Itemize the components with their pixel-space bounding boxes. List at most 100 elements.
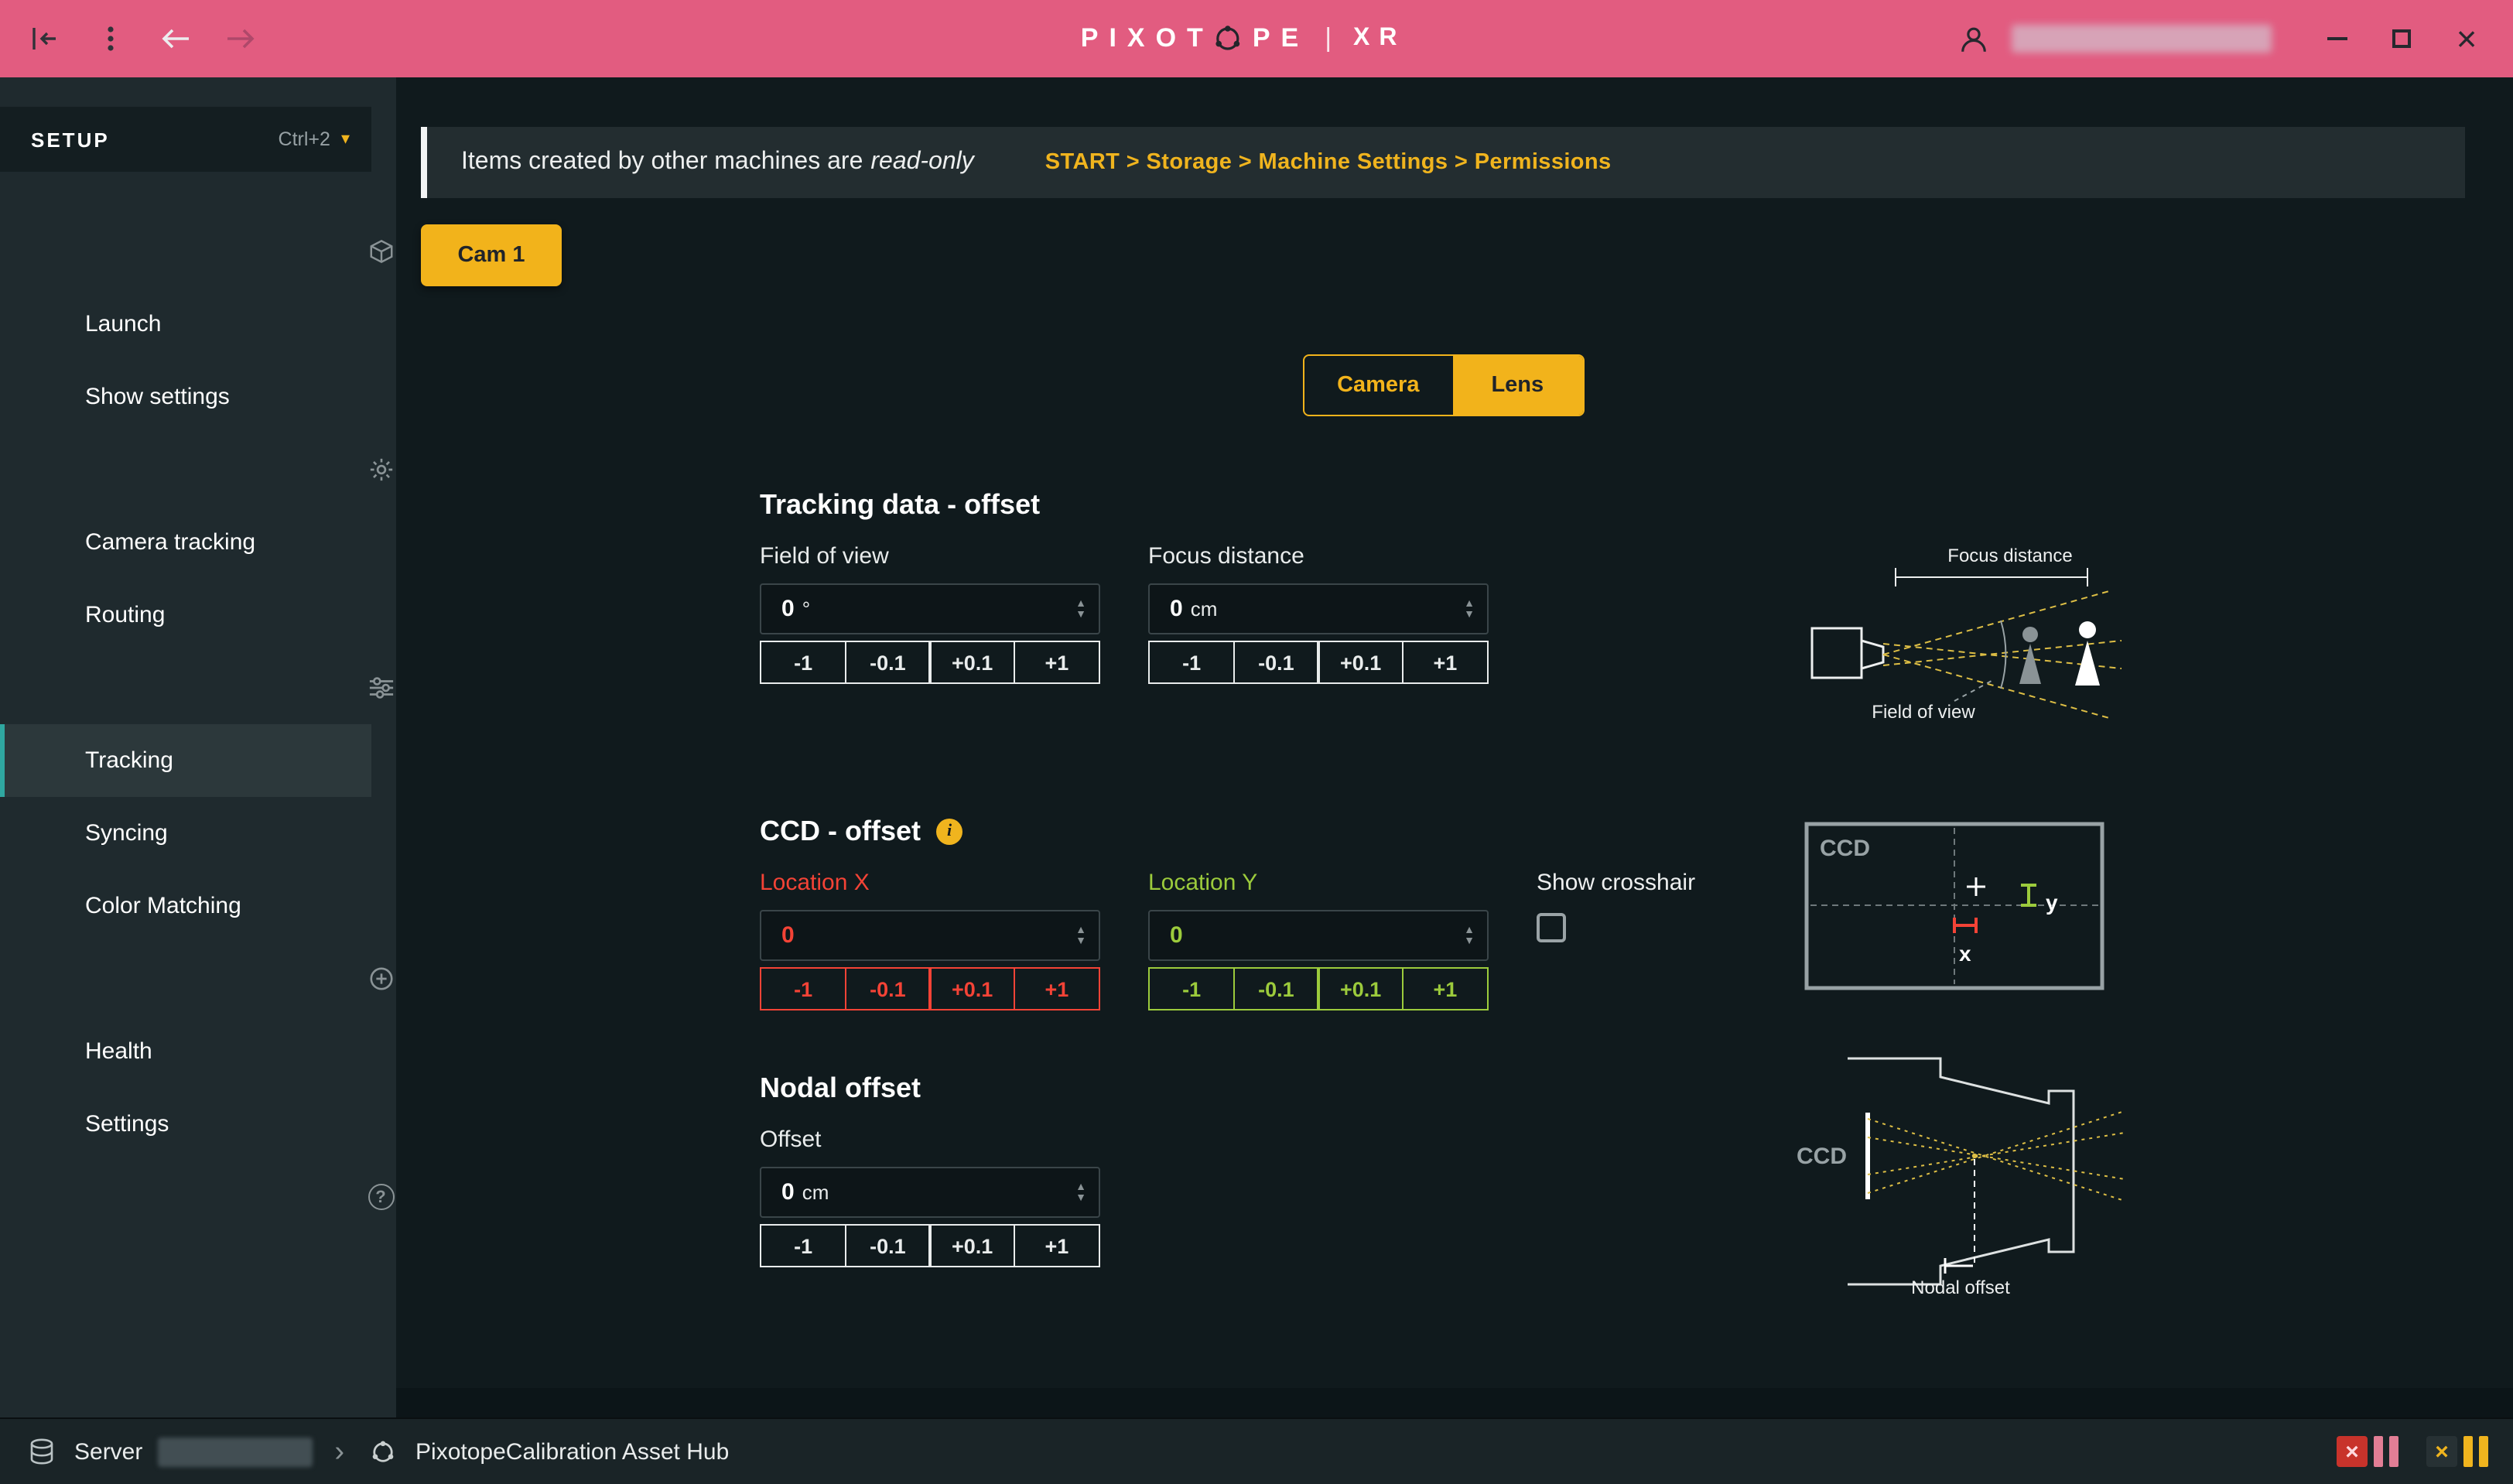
diagram-focus-distance-label: Focus distance [1947,545,2072,566]
ccd-offset-title: CCD - offseti [760,814,2465,848]
sidebar-item-launch[interactable]: Launch [0,288,371,361]
setup-label: SETUP [31,128,110,151]
value-spinner[interactable]: ▲▼ [1464,598,1475,620]
kebab-menu-icon[interactable] [93,22,127,56]
stepper-minus-0-1[interactable]: -0.1 [844,967,931,1010]
sidebar-item-color-matching[interactable]: Color Matching [0,870,371,942]
field-of-view-input[interactable]: 0 ° ▲▼ [760,583,1100,634]
status-group-yellow[interactable]: × [2426,1436,2488,1467]
server-label: Server [74,1438,142,1465]
product-label-xr: XR [1353,25,1406,53]
logo-text-right: PE [1253,23,1309,54]
sidebar-item-settings[interactable]: Settings [0,1088,371,1161]
readonly-notice: Items created by other machines areread-… [421,127,2465,198]
stepper-row: -1 -0.1 +0.1 +1 [760,1224,1100,1267]
stepper-minus-0-1[interactable]: -0.1 [1233,641,1319,684]
camera-lens-toggle: Camera Lens [1302,354,1584,416]
sidebar-item-camera-tracking[interactable]: Camera tracking [0,506,371,579]
app-window: PIXOT PE | XR × [0,0,2513,1484]
info-icon[interactable]: i [936,818,962,844]
stepper-minus-0-1[interactable]: -0.1 [844,1224,931,1267]
location-x-input[interactable]: 0 ▲▼ [760,910,1100,961]
stepper-plus-0-1[interactable]: +0.1 [1318,967,1404,1010]
calibrate-icon [367,674,395,702]
field-of-view-group: Field of view 0 ° ▲▼ -1 -0.1 +0.1 +1 [760,543,1100,684]
ccd-diagram: CCD y x [1804,822,2104,998]
location-y-label: Location Y [1148,870,1489,898]
pause-bar-icon [2388,1436,2398,1467]
user-icon[interactable] [1956,22,1990,56]
spin-up-icon: ▲ [1075,925,1086,935]
value-spinner[interactable]: ▲▼ [1075,1181,1086,1203]
sidebar-item-show-settings[interactable]: Show settings [0,361,371,433]
setup-selector[interactable]: SETUP Ctrl+2 ▾ [0,107,371,172]
location-y-input[interactable]: 0 ▲▼ [1148,910,1489,961]
stepper-plus-1[interactable]: +1 [1014,1224,1100,1267]
camera-icon [1812,628,1883,678]
nodal-diagram: CCD Nodal offset [1793,1051,2131,1308]
minimize-button[interactable] [2318,20,2355,57]
help-icon: ? [367,1183,395,1211]
collapse-sidebar-icon[interactable] [28,22,62,56]
location-y-group: Location Y 0 ▲▼ -1 -0.1 +0.1 +1 [1148,870,1489,1010]
readonly-message: Items created by other machines areread-… [461,149,974,176]
maximize-button[interactable] [2383,20,2420,57]
stepper-row: -1 -0.1 +0.1 +1 [1148,967,1489,1010]
show-crosshair-checkbox[interactable] [1537,913,1566,942]
value-spinner[interactable]: ▲▼ [1464,925,1475,946]
diagram-x-label: x [1959,942,1971,966]
tab-camera[interactable]: Camera [1304,356,1453,415]
stepper-plus-0-1[interactable]: +0.1 [1318,641,1404,684]
configure-icon [367,456,395,484]
asset-hub-label: PixotopeCalibration Asset Hub [415,1438,729,1465]
nodal-offset-label: Offset [760,1127,1100,1154]
stepper-minus-1[interactable]: -1 [760,967,846,1010]
stepper-plus-1[interactable]: +1 [1402,967,1489,1010]
tab-lens[interactable]: Lens [1453,356,1582,415]
spin-up-icon: ▲ [1464,598,1475,609]
section-nodal-offset: Nodal offset Offset 0 cm ▲▼ -1 -0.1 +0.1 [760,1071,2465,1267]
sidebar-item-routing[interactable]: Routing [0,579,371,651]
diagram-field-of-view-label: Field of view [1872,702,1975,723]
stepper-plus-1[interactable]: +1 [1014,641,1100,684]
sidebar-nav: Show ▾ Launch Show settings Configure ▾ … [0,215,396,1233]
stepper-row: -1 -0.1 +0.1 +1 [760,967,1100,1010]
focus-distance-input[interactable]: 0 cm ▲▼ [1148,583,1489,634]
breadcrumb[interactable]: START > Storage > Machine Settings > Per… [1045,150,1612,175]
stepper-minus-1[interactable]: -1 [1148,967,1235,1010]
logo-text-left: PIXOT [1081,23,1214,54]
sidebar-item-tracking[interactable]: Tracking [0,724,371,797]
chevron-down-icon: ▾ [341,131,350,148]
close-button[interactable]: × [2448,20,2485,57]
stepper-minus-1[interactable]: -1 [1148,641,1235,684]
value-spinner[interactable]: ▲▼ [1075,598,1086,620]
diagram-y-label: y [2046,891,2058,915]
stepper-minus-0-1[interactable]: -0.1 [1233,967,1319,1010]
value-spinner[interactable]: ▲▼ [1075,925,1086,946]
statusbar: Server › PixotopeCalibration Asset Hub ×… [0,1417,2513,1484]
stop-icon[interactable]: × [2426,1436,2457,1467]
sidebar-item-syncing[interactable]: Syncing [0,797,371,870]
cam1-tab[interactable]: Cam 1 [421,224,562,286]
stepper-plus-1[interactable]: +1 [1014,967,1100,1010]
stop-icon[interactable]: × [2337,1436,2368,1467]
stepper-plus-1[interactable]: +1 [1402,641,1489,684]
stepper-minus-1[interactable]: -1 [760,1224,846,1267]
spin-down-icon: ▼ [1075,1192,1086,1203]
stepper-minus-0-1[interactable]: -0.1 [844,641,931,684]
chevron-right-icon: › [334,1437,344,1466]
back-arrow-icon[interactable] [158,22,192,56]
sidebar-item-health[interactable]: Health [0,1015,371,1088]
stepper-plus-0-1[interactable]: +0.1 [929,641,1016,684]
user-email-redacted[interactable] [2012,25,2272,53]
stepper-plus-0-1[interactable]: +0.1 [929,1224,1016,1267]
stepper-minus-1[interactable]: -1 [760,641,846,684]
status-group-pink[interactable]: × [2337,1436,2398,1467]
nodal-offset-input[interactable]: 0 cm ▲▼ [760,1167,1100,1218]
stepper-plus-0-1[interactable]: +0.1 [929,967,1016,1010]
forward-arrow-icon[interactable] [223,22,257,56]
location-x-group: Location X 0 ▲▼ -1 -0.1 +0.1 +1 [760,870,1100,1010]
pause-bar-icon [2478,1436,2488,1467]
spin-down-icon: ▼ [1075,609,1086,620]
main-content: Items created by other machines areread-… [396,77,2513,1417]
